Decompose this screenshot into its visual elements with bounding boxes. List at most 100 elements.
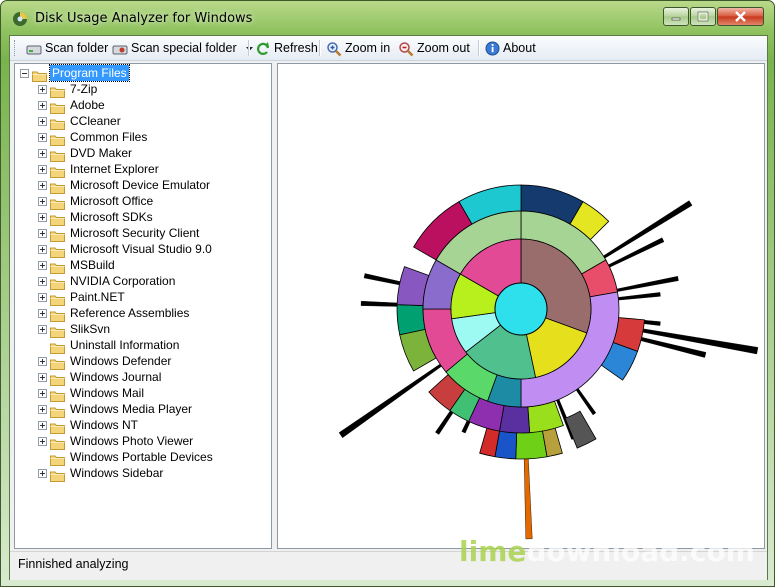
tree-item[interactable]: Windows Media Player: [15, 401, 271, 418]
scan-folder-button[interactable]: Scan folder: [26, 39, 108, 57]
folder-icon: [50, 451, 65, 466]
tree-item[interactable]: SlikSvn: [15, 321, 271, 338]
tree-item-label: Microsoft Security Client: [70, 226, 200, 240]
info-icon: [485, 41, 500, 56]
folder-icon: [50, 259, 65, 274]
expand-toggle-icon[interactable]: [38, 261, 47, 270]
sunburst-spike[interactable]: [596, 200, 693, 263]
expand-toggle-icon[interactable]: [38, 133, 47, 142]
toolbar-separator: [248, 40, 250, 56]
tree-item-label: Windows Photo Viewer: [70, 434, 194, 448]
folder-icon: [50, 83, 65, 98]
minimize-button[interactable]: [663, 7, 689, 26]
folder-icon: [50, 211, 65, 226]
sunburst-spike[interactable]: [608, 276, 679, 294]
tree-item[interactable]: MSBuild: [15, 257, 271, 274]
expand-toggle-icon[interactable]: [38, 181, 47, 190]
folder-icon: [50, 291, 65, 306]
zoom-in-button[interactable]: Zoom in: [326, 39, 390, 57]
tree-item[interactable]: Program Files: [15, 64, 271, 82]
folder-icon: [50, 339, 65, 354]
expand-toggle-icon[interactable]: [38, 357, 47, 366]
title-bar[interactable]: Disk Usage Analyzer for Windows: [1, 1, 774, 35]
tree-item-label: Reference Assemblies: [70, 306, 190, 320]
tree-item[interactable]: Adobe: [15, 97, 271, 114]
tree-item[interactable]: Microsoft Device Emulator: [15, 177, 271, 194]
sunburst-segment-level4[interactable]: [564, 410, 597, 449]
tree-item-label: Windows Defender: [70, 354, 172, 368]
tree-item[interactable]: NVIDIA Corporation: [15, 273, 271, 290]
folder-icon: [50, 467, 65, 482]
tree-item[interactable]: Reference Assemblies: [15, 305, 271, 322]
tree-item[interactable]: Uninstall Information: [15, 337, 271, 354]
tree-item[interactable]: Windows Photo Viewer: [15, 433, 271, 450]
tree-item[interactable]: Paint.NET: [15, 289, 271, 306]
tree-item[interactable]: Windows Portable Devices: [15, 449, 271, 466]
tree-item[interactable]: Windows Mail: [15, 385, 271, 402]
expand-toggle-icon[interactable]: [38, 405, 47, 414]
maximize-button[interactable]: [690, 7, 716, 26]
folder-tree[interactable]: Program Files 7-Zip Adobe CCleaner Common Fi…: [14, 63, 272, 549]
expand-toggle-icon[interactable]: [38, 325, 47, 334]
tree-item-label: Adobe: [70, 98, 105, 112]
tree-item[interactable]: Microsoft Visual Studio 9.0: [15, 241, 271, 258]
tree-item[interactable]: DVD Maker: [15, 145, 271, 162]
expand-toggle-icon[interactable]: [38, 149, 47, 158]
expand-toggle-icon[interactable]: [38, 389, 47, 398]
tree-item[interactable]: Common Files: [15, 129, 271, 146]
folder-icon: [50, 323, 65, 338]
expand-toggle-icon[interactable]: [38, 421, 47, 430]
expand-toggle-icon[interactable]: [38, 213, 47, 222]
tree-item[interactable]: Windows NT: [15, 417, 271, 434]
tree-item[interactable]: CCleaner: [15, 113, 271, 130]
sunburst-spike[interactable]: [338, 359, 449, 438]
tree-item[interactable]: Internet Explorer: [15, 161, 271, 178]
pane-splitter[interactable]: [272, 63, 276, 549]
sunburst-center[interactable]: [494, 282, 548, 336]
expand-toggle-icon[interactable]: [38, 373, 47, 382]
folder-icon: [50, 387, 65, 402]
sunburst-segment-level3[interactable]: [396, 304, 426, 336]
expand-toggle-icon[interactable]: [38, 85, 47, 94]
toolbar-separator: [319, 40, 321, 56]
sunburst-chart[interactable]: [278, 64, 764, 548]
tree-item[interactable]: Windows Journal: [15, 369, 271, 386]
tree-item[interactable]: Microsoft Security Client: [15, 225, 271, 242]
tree-item[interactable]: 7-Zip: [15, 81, 271, 98]
expand-toggle-icon[interactable]: [38, 293, 47, 302]
tree-item-label: Uninstall Information: [70, 338, 180, 352]
folder-icon: [50, 243, 65, 258]
toolbar-grip[interactable]: [14, 40, 18, 56]
tree-item-label: Microsoft Visual Studio 9.0: [70, 242, 212, 256]
expand-toggle-icon[interactable]: [38, 309, 47, 318]
zoom-in-label: Zoom in: [345, 41, 391, 55]
expand-toggle-icon[interactable]: [38, 277, 47, 286]
scan-special-folder-button[interactable]: Scan special folder: [112, 39, 254, 57]
refresh-button[interactable]: Refresh: [255, 39, 318, 57]
zoom-out-button[interactable]: Zoom out: [398, 39, 470, 57]
folder-icon: [32, 67, 47, 82]
expand-toggle-icon[interactable]: [20, 69, 29, 78]
app-icon: [13, 12, 27, 26]
tree-item[interactable]: Microsoft Office: [15, 193, 271, 210]
about-button[interactable]: About: [485, 39, 536, 57]
tree-item[interactable]: Windows Sidebar: [15, 465, 271, 482]
expand-toggle-icon[interactable]: [38, 165, 47, 174]
sunburst-chart-pane[interactable]: [277, 63, 765, 549]
sunburst-segment-level3[interactable]: [499, 405, 531, 434]
tree-item-label: Common Files: [70, 130, 148, 144]
close-button[interactable]: [717, 7, 764, 26]
tree-item[interactable]: Windows Defender: [15, 353, 271, 370]
expand-toggle-icon[interactable]: [38, 117, 47, 126]
expand-toggle-icon[interactable]: [38, 469, 47, 478]
expand-toggle-icon[interactable]: [38, 229, 47, 238]
tree-item-label: Windows Sidebar: [70, 466, 164, 480]
special-drive-icon: [112, 45, 128, 55]
expand-toggle-icon[interactable]: [38, 245, 47, 254]
expand-toggle-icon[interactable]: [38, 437, 47, 446]
status-text: Finnished analyzing: [18, 557, 129, 571]
expand-toggle-icon[interactable]: [38, 197, 47, 206]
tree-item[interactable]: Microsoft SDKs: [15, 209, 271, 226]
refresh-label: Refresh: [274, 41, 318, 55]
expand-toggle-icon[interactable]: [38, 101, 47, 110]
